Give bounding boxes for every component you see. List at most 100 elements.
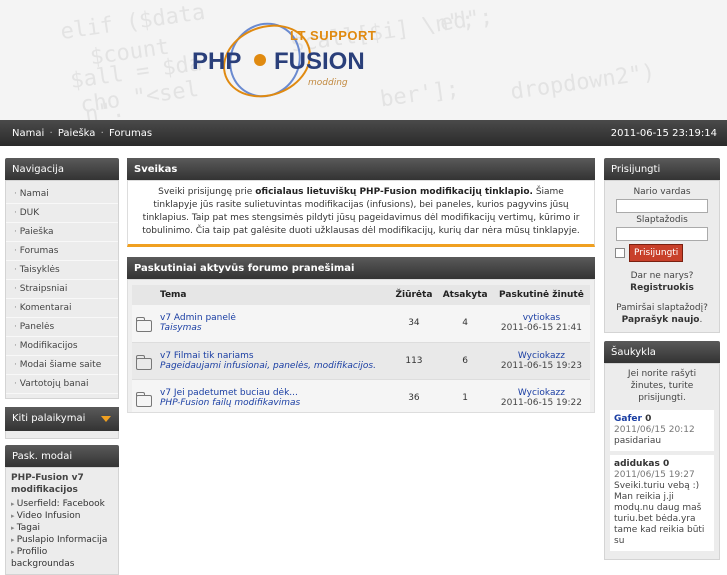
password-input[interactable] <box>616 227 708 241</box>
forum-threads-panel: Tema Žiūrėta Atsakyta Paskutinė žinutė v… <box>127 279 595 413</box>
folder-cell <box>132 379 156 412</box>
nav-item-taisykles[interactable]: Taisyklės <box>6 261 118 280</box>
top-nav-bar: Namai · Paieška · Forumas 2011-06-15 23:… <box>0 120 727 146</box>
logo-ball-icon <box>254 54 266 66</box>
nav-item-modai-siame-saite[interactable]: Modai šiame saite <box>6 356 118 375</box>
nav-item-namai[interactable]: Namai <box>6 185 118 204</box>
password-label: Slaptažodis <box>636 215 688 225</box>
mod-item[interactable]: Video Infusion <box>11 510 113 522</box>
last-post-date: 2011-06-15 21:41 <box>500 323 582 334</box>
logo-fusion: FUSION <box>274 48 365 75</box>
last-post-user-link[interactable]: Wyciokazz <box>497 388 586 398</box>
replies-cell: 6 <box>437 342 493 380</box>
nav-item-paieska[interactable]: Paieška <box>6 223 118 242</box>
shoutbox-title: Šaukykla <box>604 341 720 363</box>
mod-item[interactable]: Profilio backgroundas <box>11 546 113 570</box>
topnav-link-forumas[interactable]: Forumas <box>109 128 152 139</box>
current-datetime: 2011-06-15 23:19:14 <box>610 128 717 139</box>
last-post-date: 2011-06-15 19:22 <box>500 397 582 408</box>
pask-modai-list: PHP-Fusion v7 modifikacijos Userfield: F… <box>5 467 119 575</box>
nav-item-paneles[interactable]: Panelės <box>6 318 118 337</box>
last-post-user-link[interactable]: vytiokas <box>497 313 586 323</box>
col-icon <box>132 285 156 305</box>
topic-cell: v7 Filmai tik nariams Pageidaujami infusi… <box>156 342 391 380</box>
nav-item-forumas[interactable]: Forumas <box>6 242 118 261</box>
forum-link[interactable]: Taisymas <box>160 323 202 333</box>
login-panel-title: Prisijungti <box>604 158 720 180</box>
topnav-link-paieska[interactable]: Paieška <box>58 128 96 139</box>
username-label: Nario vardas <box>633 187 691 197</box>
main-content: Sveikas Sveiki prisijungę prie oficialau… <box>127 158 595 413</box>
forum-link[interactable]: PHP-Fusion failų modifikavimas <box>160 398 300 408</box>
site-logo[interactable]: LT SUPPORT PHP FUSION modding <box>190 9 390 111</box>
last-post-date: 2011-06-15 19:23 <box>500 360 582 371</box>
forum-panel-title: Paskutiniai aktyvūs forumo pranešimai <box>127 257 595 279</box>
nav-item-duk[interactable]: DUK <box>6 204 118 223</box>
col-ziureta: Žiūrėta <box>390 285 438 305</box>
kiti-palaikymai-toggle[interactable]: Kiti palaikymai <box>5 407 119 431</box>
not-member-text: Dar ne narys? <box>630 271 694 281</box>
shout-user-link[interactable]: adidukas <box>614 459 660 469</box>
folder-cell <box>132 305 156 343</box>
right-sidebar: Prisijungti Nario vardas Slaptažodis Pri… <box>604 158 720 560</box>
table-row: v7 Jei padetumet buciau dėk... PHP-Fusion… <box>132 379 590 412</box>
welcome-text: Sveiki prisijungę prie oficialaus lietuv… <box>127 180 595 247</box>
replies-cell: 1 <box>437 379 493 412</box>
remember-me-checkbox[interactable] <box>615 248 625 258</box>
topnav-link-namai[interactable]: Namai <box>12 128 44 139</box>
new-password-suffix: . <box>699 315 703 325</box>
views-cell: 36 <box>390 379 438 412</box>
shout-user-link[interactable]: Gafer <box>614 414 642 424</box>
left-sidebar: Navigacija Namai DUK Paieška Forumas Tai… <box>5 158 119 575</box>
welcome-title: Sveikas <box>127 158 595 180</box>
folder-cell <box>132 342 156 380</box>
topic-link[interactable]: v7 Jei padetumet buciau dėk... <box>160 388 386 398</box>
header-banner: elif ($data $call[$i] \n"; $count $all =… <box>0 0 727 120</box>
folder-icon <box>136 317 152 333</box>
navigation-panel-title: Navigacija <box>5 158 119 180</box>
mods-group-title: PHP-Fusion v7 modifikacijos <box>11 473 84 495</box>
topic-link[interactable]: v7 Filmai tik nariams <box>160 351 386 361</box>
mod-item[interactable]: Puslapio Informacija <box>11 534 113 546</box>
shoutbox-login-note: Jei norite rašyti žinutes, turite prisij… <box>627 369 697 403</box>
nav-item-modifikacijos[interactable]: Modifikacijos <box>6 337 118 356</box>
username-input[interactable] <box>616 199 708 213</box>
last-post-cell: Wyciokazz 2011-06-15 19:23 <box>492 342 590 380</box>
mod-item[interactable]: Tagai <box>11 522 113 534</box>
dropdown-arrow-icon <box>101 416 111 422</box>
last-post-user-link[interactable]: Wyciokazz <box>497 351 586 361</box>
topic-link[interactable]: v7 Admin panelė <box>160 313 386 323</box>
shout-text: Sveiki.turiu vebą :) Man reikia j.ji mod… <box>614 481 705 546</box>
nav-item-straipsniai[interactable]: Straipsniai <box>6 280 118 299</box>
topnav-separator: · <box>100 128 104 139</box>
table-row: v7 Admin panelė Taisymas 34 4 vytiokas 2011-0… <box>132 305 590 343</box>
mod-item[interactable]: Userfield: Facebook <box>11 498 113 510</box>
nav-item-vartotoju-banai[interactable]: Vartotojų banai <box>6 375 118 394</box>
login-button[interactable]: Prisijungti <box>629 244 684 262</box>
kiti-panel-body <box>5 431 119 439</box>
kiti-palaikymai-label: Kiti palaikymai <box>12 413 86 424</box>
register-link[interactable]: Registruokis <box>630 283 694 293</box>
navigation-list: Namai DUK Paieška Forumas Taisyklės Stra… <box>5 180 119 399</box>
login-form: Nario vardas Slaptažodis Prisijungti Dar… <box>604 180 720 333</box>
topnav-separator: · <box>49 128 53 139</box>
shout-text: pasidariau <box>614 436 662 446</box>
pask-modai-title: Pask. modai <box>5 445 119 467</box>
col-tema: Tema <box>156 285 391 305</box>
banner-code-text: elif ($data <box>58 0 207 46</box>
folder-icon <box>136 354 152 370</box>
logo-lt-support: LT SUPPORT <box>290 28 377 43</box>
breadcrumb: Namai · Paieška · Forumas <box>12 128 152 139</box>
topic-cell: v7 Jei padetumet buciau dėk... PHP-Fusion… <box>156 379 391 412</box>
last-post-cell: vytiokas 2011-06-15 21:41 <box>492 305 590 343</box>
forum-link[interactable]: Pageidaujami infusionai, panelės, modifi… <box>160 361 376 371</box>
replies-cell: 4 <box>437 305 493 343</box>
table-row: v7 Filmai tik nariams Pageidaujami infusi… <box>132 342 590 380</box>
welcome-text-bold: oficialaus lietuviškų PHP-Fusion modifik… <box>255 187 533 197</box>
nav-item-komentarai[interactable]: Komentarai <box>6 299 118 318</box>
shout-user-count: 0 <box>645 414 652 424</box>
shout-date: 2011/06/15 19:27 <box>614 470 695 480</box>
views-cell: 34 <box>390 305 438 343</box>
banner-code-text: ed"; <box>438 4 495 37</box>
new-password-link[interactable]: Paprašyk naujo <box>622 315 700 325</box>
